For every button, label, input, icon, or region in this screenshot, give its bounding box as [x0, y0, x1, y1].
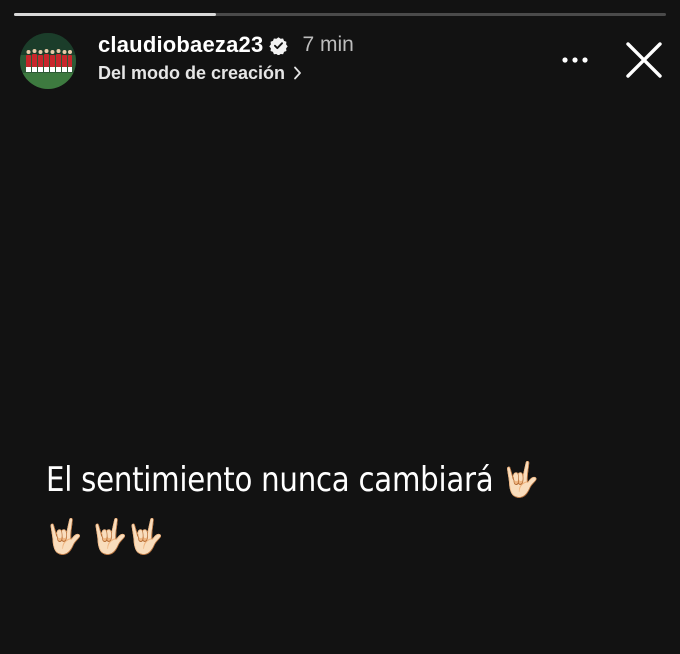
- more-options-button[interactable]: [558, 50, 592, 70]
- creation-mode-link[interactable]: Del modo de creación: [98, 61, 302, 85]
- story-progress-bar: [14, 13, 666, 16]
- avatar-team-photo: [20, 33, 76, 89]
- story-header: claudiobaeza23 7 min: [98, 31, 354, 59]
- close-button[interactable]: [624, 40, 664, 80]
- avatar[interactable]: [20, 33, 76, 89]
- story-progress-fill: [14, 13, 217, 16]
- story-caption: El sentimiento nunca cambiará 🤟🏻🤟🏻 🤟🏻🤟🏻: [46, 460, 539, 557]
- verified-badge-icon: [269, 36, 289, 55]
- more-options-icon: [562, 57, 588, 63]
- chevron-right-icon: [294, 66, 301, 80]
- username[interactable]: claudiobaeza23: [98, 32, 263, 58]
- close-icon: [626, 42, 662, 78]
- post-time: 7 min: [302, 33, 354, 56]
- creation-mode-label: Del modo de creación: [98, 62, 286, 83]
